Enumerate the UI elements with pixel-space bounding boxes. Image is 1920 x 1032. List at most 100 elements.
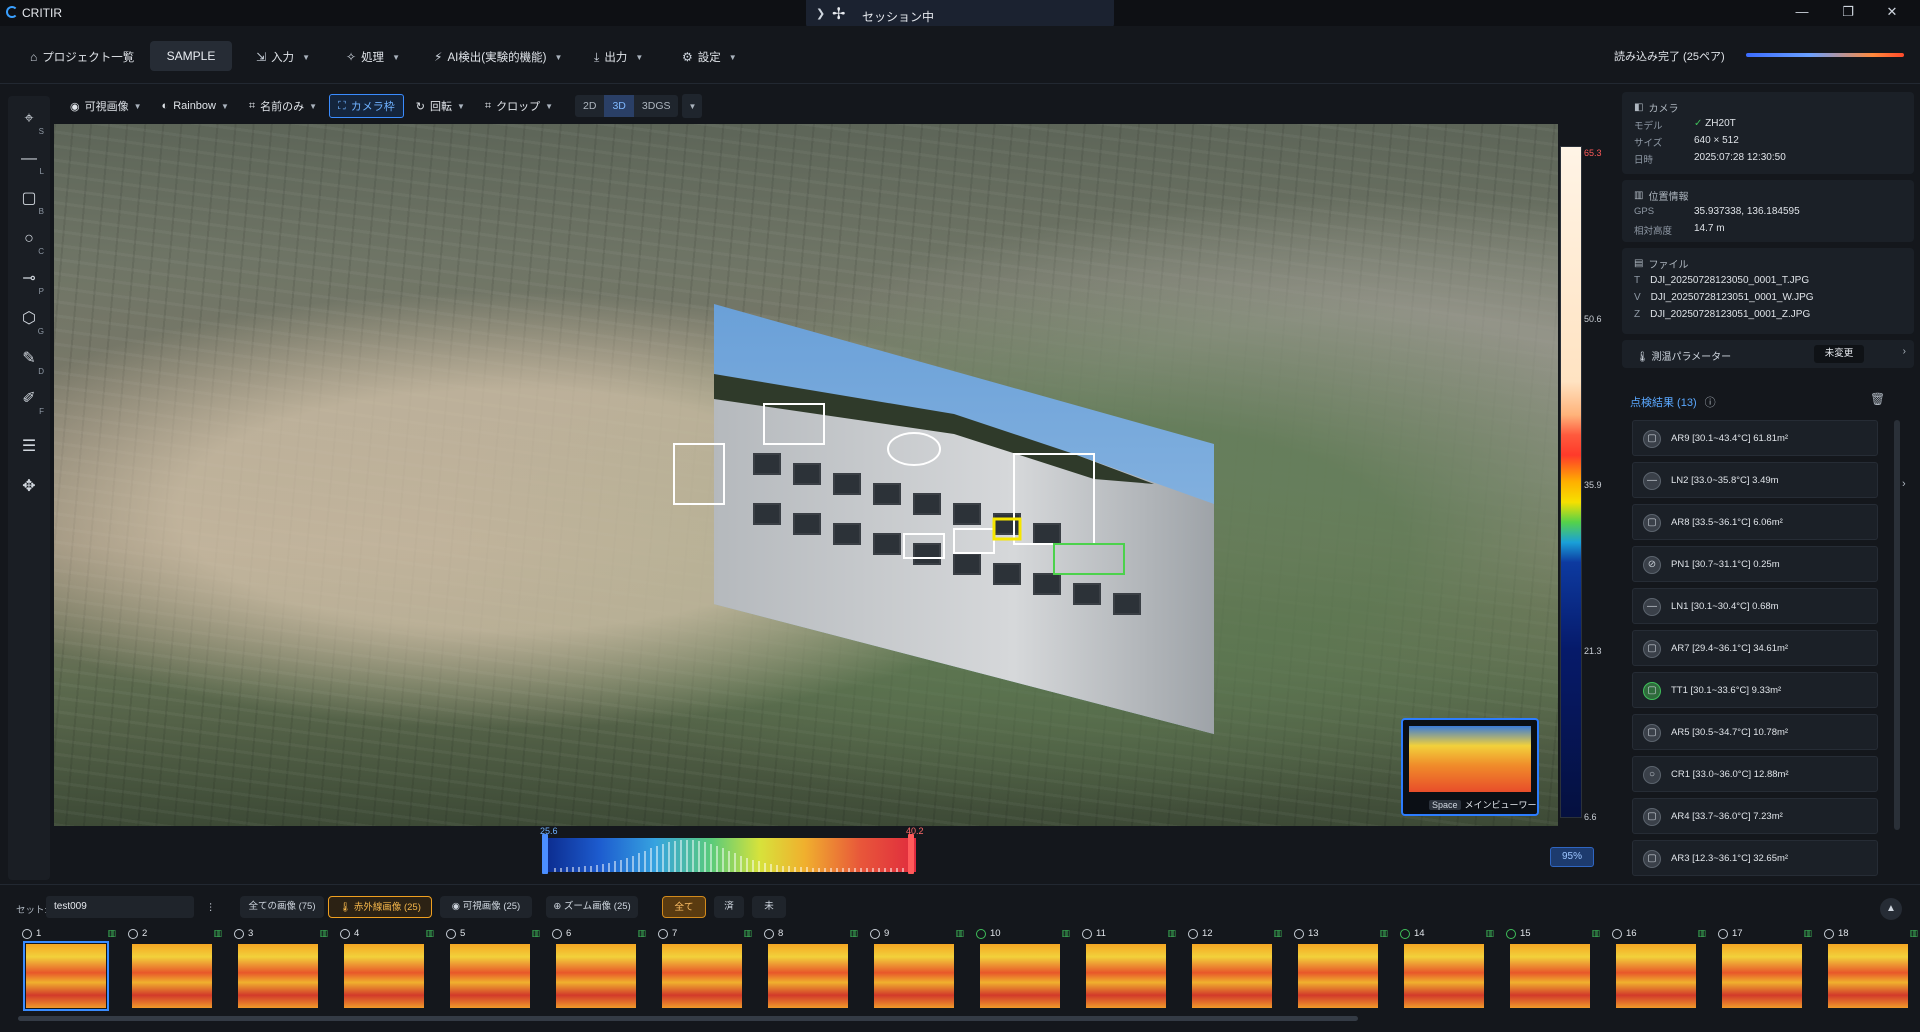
- thumbnail-card[interactable]: 2 ▥: [126, 928, 226, 1014]
- move-icon[interactable]: ✥: [14, 472, 44, 502]
- thumbnail-card[interactable]: 9 ▥: [868, 928, 968, 1014]
- 3d-viewport[interactable]: [54, 124, 1558, 826]
- thumbnail-card[interactable]: 16 ▥: [1610, 928, 1710, 1014]
- check-circle-icon[interactable]: [976, 928, 986, 939]
- crop-button[interactable]: ⌗ クロップ ▼: [477, 94, 561, 118]
- trash-icon[interactable]: 🗑: [1870, 392, 1885, 406]
- select-circle-icon[interactable]: [234, 928, 244, 939]
- thermal-thumbnail[interactable]: [1298, 944, 1378, 1008]
- thermal-thumbnail[interactable]: [1722, 944, 1802, 1008]
- thumbnail-card[interactable]: 10 ▥: [974, 928, 1074, 1014]
- temperature-colorbar[interactable]: [1560, 146, 1582, 818]
- select-circle-icon[interactable]: [1082, 928, 1092, 939]
- temperature-histogram[interactable]: [544, 838, 916, 872]
- menu-settings[interactable]: ⚙ 設定 ▼: [682, 44, 737, 70]
- thermal-thumbnail[interactable]: [1192, 944, 1272, 1008]
- result-item[interactable]: ▢ TT1 [30.1~33.6°C] 9.33m²: [1632, 672, 1878, 708]
- box-icon[interactable]: ▢ B: [14, 184, 44, 216]
- check-circle-icon[interactable]: [1506, 928, 1516, 939]
- select-circle-icon[interactable]: [1824, 928, 1834, 939]
- restore-icon[interactable]: ❐: [1836, 4, 1860, 20]
- result-item[interactable]: ▢ AR7 [29.4~36.1°C] 34.61m²: [1632, 630, 1878, 666]
- thumbnail-card[interactable]: 15 ▥: [1504, 928, 1604, 1014]
- thermal-thumbnail[interactable]: [980, 944, 1060, 1008]
- close-icon[interactable]: ✕: [1880, 4, 1904, 20]
- thermal-thumbnail[interactable]: [1086, 944, 1166, 1008]
- help-icon[interactable]: ⓘ: [1705, 394, 1716, 410]
- point-icon[interactable]: ⊸ P: [14, 264, 44, 296]
- thermal-thumbnail[interactable]: [662, 944, 742, 1008]
- select-circle-icon[interactable]: [1718, 928, 1728, 939]
- palette-select[interactable]: ◐ Rainbow ▼: [154, 94, 237, 118]
- chevron-right-icon[interactable]: ›: [1902, 478, 1906, 490]
- measurement-parameters[interactable]: 🌡 測温パラメーター 未変更 ›: [1622, 340, 1914, 368]
- mode-2d-button[interactable]: 2D: [575, 95, 604, 117]
- circle-icon[interactable]: ○ C: [14, 224, 44, 256]
- thumbnail-card[interactable]: 13 ▥: [1292, 928, 1392, 1014]
- filter-status-pending[interactable]: 未: [752, 896, 786, 918]
- thermal-thumbnail[interactable]: [1404, 944, 1484, 1008]
- result-item[interactable]: — LN1 [30.1~30.4°C] 0.68m: [1632, 588, 1878, 624]
- select-circle-icon[interactable]: [340, 928, 350, 939]
- menu-ai[interactable]: ⚡ AI検出(実験的機能) ▼: [434, 44, 562, 70]
- select-circle-icon[interactable]: [552, 928, 562, 939]
- thermal-thumbnail[interactable]: [1616, 944, 1696, 1008]
- thumbnail-card[interactable]: 7 ▥: [656, 928, 756, 1014]
- crosshair-icon[interactable]: ⌖ S: [14, 104, 44, 136]
- thermal-thumbnail[interactable]: [132, 944, 212, 1008]
- result-item[interactable]: ▢ AR8 [33.5~36.1°C] 6.06m²: [1632, 504, 1878, 540]
- more-icon[interactable]: ⋮: [206, 902, 216, 913]
- thumbnail-scrollbar[interactable]: [18, 1016, 1358, 1021]
- camera-frame-toggle[interactable]: ⛶ カメラ枠: [329, 94, 404, 118]
- draw-icon[interactable]: ✎ D: [14, 344, 44, 376]
- thumbnail-card[interactable]: 1 ▥: [20, 928, 120, 1014]
- thumbnail-card[interactable]: 3 ▥: [232, 928, 332, 1014]
- more-options-button[interactable]: ▼: [682, 94, 703, 118]
- thumbnail-card[interactable]: 14 ▥: [1398, 928, 1498, 1014]
- session-indicator[interactable]: ❯ ✢ セッション中: [806, 0, 1114, 28]
- thumbnail-card[interactable]: 11 ▥: [1080, 928, 1180, 1014]
- check-circle-icon[interactable]: [1400, 928, 1410, 939]
- thermal-thumbnail[interactable]: [1828, 944, 1908, 1008]
- thermal-thumbnail[interactable]: [1510, 944, 1590, 1008]
- thumbnail-card[interactable]: 17 ▥: [1716, 928, 1816, 1014]
- mode-3d-button[interactable]: 3D: [604, 95, 634, 117]
- chevron-down-icon[interactable]: ❯: [816, 7, 825, 20]
- thumbnail-card[interactable]: 8 ▥: [762, 928, 862, 1014]
- menu-input[interactable]: ⇲ 入力 ▼: [256, 44, 310, 70]
- histogram-low-handle[interactable]: [542, 834, 548, 874]
- main-viewer-minimap[interactable]: Space メインビューワー: [1401, 718, 1539, 816]
- gps-value[interactable]: 35.937338, 136.184595: [1694, 206, 1800, 217]
- thermal-thumbnail[interactable]: [238, 944, 318, 1008]
- thumbnail-card[interactable]: 5 ▥: [444, 928, 544, 1014]
- thermal-thumbnail[interactable]: [344, 944, 424, 1008]
- result-item[interactable]: ⊘ PN1 [30.7~31.1°C] 0.25m: [1632, 546, 1878, 582]
- result-item[interactable]: ▢ AR9 [30.1~43.4°C] 61.81m²: [1632, 420, 1878, 456]
- visible-image-toggle[interactable]: ◉ 可視画像 ▼: [62, 94, 150, 118]
- select-circle-icon[interactable]: [446, 928, 456, 939]
- polygon-icon[interactable]: ⬡ G: [14, 304, 44, 336]
- sliders-icon[interactable]: ☰: [14, 432, 44, 462]
- filter-zoom-images[interactable]: ⊕ ズーム画像 (25): [546, 896, 638, 918]
- filter-status-done[interactable]: 済: [714, 896, 744, 918]
- edit-icon[interactable]: ✐ F: [14, 384, 44, 416]
- select-circle-icon[interactable]: [1294, 928, 1304, 939]
- histogram-high-handle[interactable]: [908, 834, 914, 874]
- set-select[interactable]: test009: [46, 896, 194, 918]
- result-item[interactable]: ○ CR1 [33.0~36.0°C] 12.88m²: [1632, 756, 1878, 792]
- result-item[interactable]: — LN2 [33.0~35.8°C] 3.49m: [1632, 462, 1878, 498]
- results-title[interactable]: 点検結果 (13): [1630, 394, 1697, 410]
- zoom-level[interactable]: 95%: [1550, 847, 1594, 867]
- filter-visible-images[interactable]: ◉ 可視画像 (25): [440, 896, 532, 918]
- param-status-button[interactable]: 未変更: [1814, 345, 1864, 363]
- label-mode-select[interactable]: ⌗ 名前のみ ▼: [241, 94, 325, 118]
- select-circle-icon[interactable]: [128, 928, 138, 939]
- thumbnail-card[interactable]: 4 ▥: [338, 928, 438, 1014]
- collapse-strip-button[interactable]: ▲: [1880, 898, 1902, 920]
- menu-process[interactable]: ✧ 処理 ▼: [346, 44, 400, 70]
- thermal-thumbnail[interactable]: [23, 941, 109, 1011]
- select-circle-icon[interactable]: [658, 928, 668, 939]
- filter-ir-images[interactable]: 🌡 赤外線画像 (25): [328, 896, 432, 918]
- select-circle-icon[interactable]: [1612, 928, 1622, 939]
- line-icon[interactable]: — L: [14, 144, 44, 176]
